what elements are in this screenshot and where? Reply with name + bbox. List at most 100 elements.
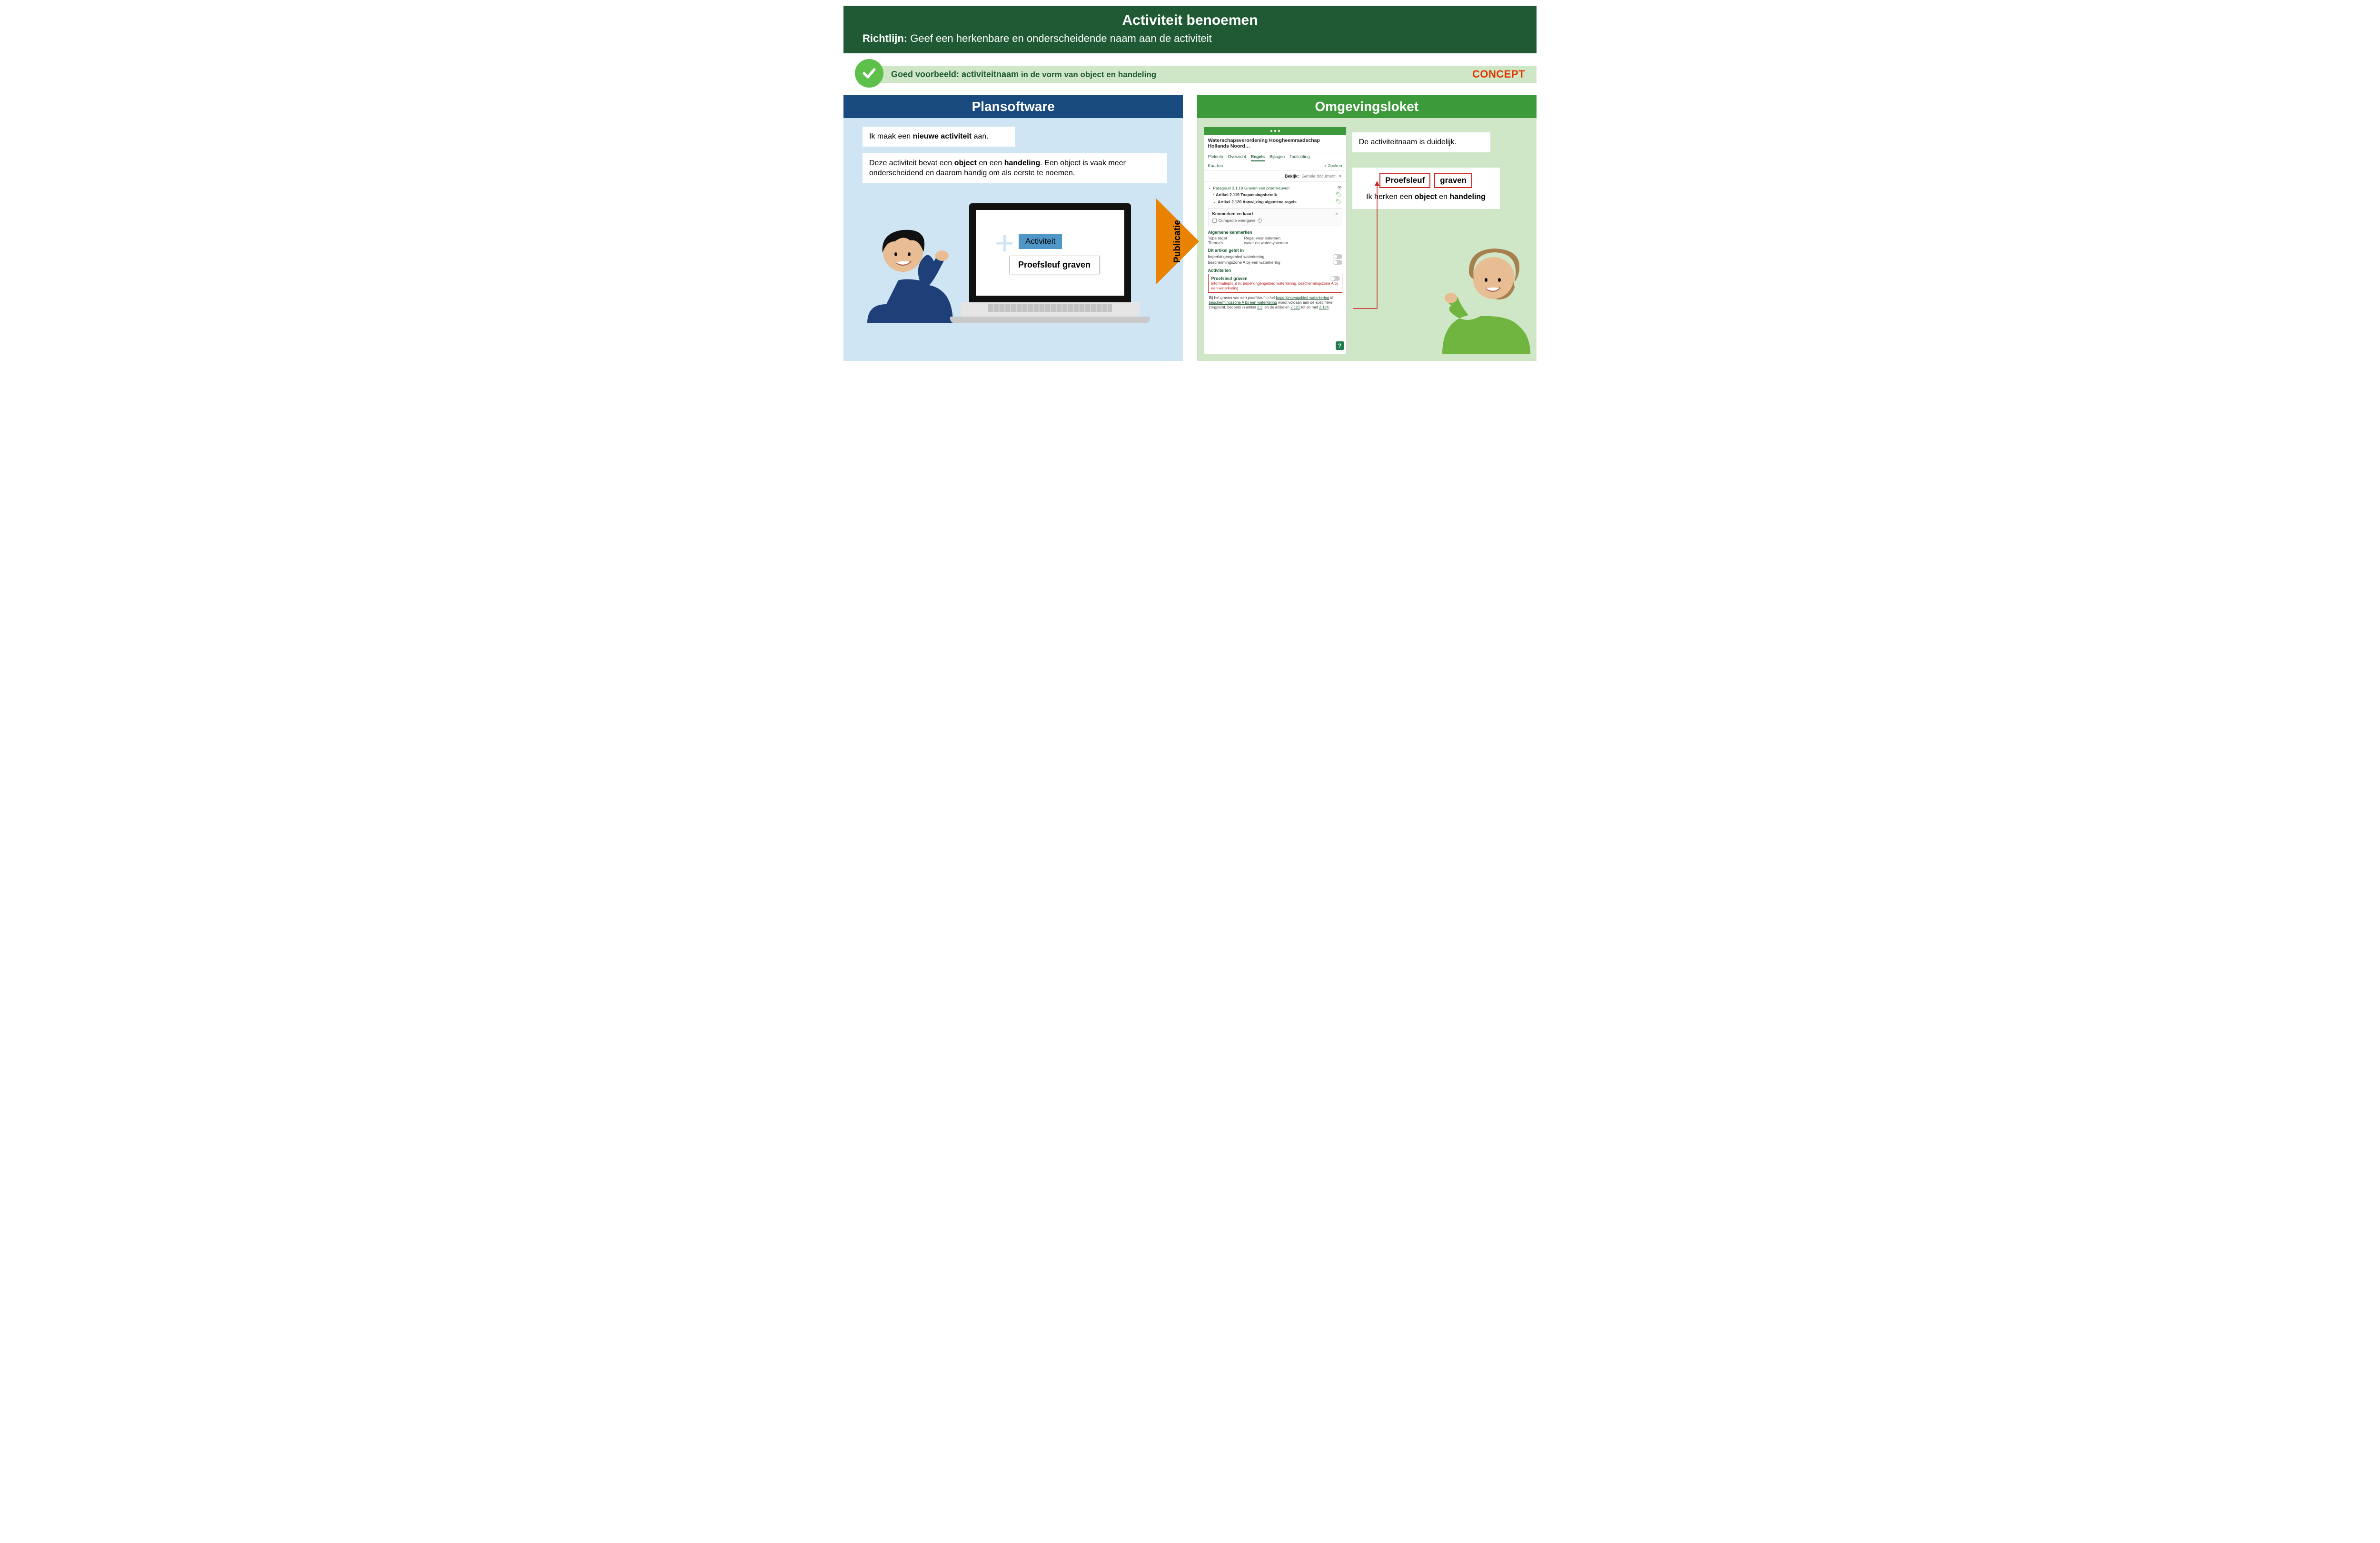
panel-plansoftware: Plansoftware Ik maak een nieuwe activite… [843, 95, 1183, 361]
section-activiteiten: Activiteiten Proefsleuf graven informati… [1204, 266, 1346, 294]
fn-link-1[interactable]: beperkingengebied waterkering [1276, 296, 1329, 300]
geldt-heading: Dit artikel geldt in [1208, 248, 1342, 253]
section-geldt: Dit artikel geldt in beperkingengebied w… [1204, 246, 1346, 266]
help-icon[interactable]: ? [1336, 341, 1344, 350]
kenmerken-head: Kenmerken en kaart [1212, 211, 1253, 216]
tag-icon: 🏷 [1336, 191, 1342, 198]
panel-omgevingsloket-heading: Omgevingsloket [1197, 95, 1537, 118]
right-bubbles-area: De activiteitnaam is duidelijk. Proefsle… [1352, 127, 1530, 354]
panel-omgevingsloket: Omgevingsloket Waterschapsverordening Ho… [1197, 95, 1537, 361]
kv-key-type: Type regel [1208, 236, 1241, 240]
activiteiten-heading: Activiteiten [1208, 268, 1342, 273]
fn-link-3[interactable]: 2.3 [1257, 305, 1262, 309]
article-footnote: Bij het graven van een proefsleuf in het… [1204, 294, 1346, 314]
browser-dots [1204, 127, 1346, 135]
left-illustration-area: + Activiteit Proefsleuf graven [850, 190, 1176, 323]
r2-mid: en [1437, 193, 1450, 201]
browser-tabs: Plekinfo Overzicht Regels Bijlagen Toeli… [1204, 152, 1346, 161]
chip-proefsleuf-graven: Proefsleuf graven [1009, 256, 1100, 274]
activiteit-highlight-box: Proefsleuf graven informatieplicht in: b… [1208, 274, 1342, 293]
panel-plansoftware-heading: Plansoftware [843, 95, 1183, 118]
chevron-right-icon[interactable]: › [1213, 192, 1214, 197]
banner-sub-bold: Richtlijn: [863, 32, 907, 44]
kv-key-thema: Thema's [1208, 240, 1241, 245]
geldt-r1: beperkingengebied waterkering [1208, 254, 1265, 259]
banner-title: Activiteit benoemen [863, 12, 1517, 29]
fn-2: of [1329, 296, 1333, 300]
panels-row: Plansoftware Ik maak een nieuwe activite… [843, 95, 1537, 361]
good-example-rest: in de vorm van object en handeling [1019, 70, 1156, 79]
tab-overzicht[interactable]: Overzicht [1228, 154, 1246, 161]
plus-icon: + [995, 235, 1014, 251]
good-example-lead: Goed voorbeeld: [891, 70, 962, 79]
kv-val-thema: water en watersystemen [1244, 240, 1288, 245]
good-example-text: Goed voorbeeld: activiteitnaam in de vor… [891, 70, 1156, 80]
toggle-1[interactable] [1333, 254, 1342, 259]
laptop-illustration: + Activiteit Proefsleuf graven [969, 203, 1131, 323]
fn-1: Bij het graven van een proefsleuf in het [1209, 296, 1276, 300]
bubble2-pre: Deze activiteit bevat een [869, 159, 954, 167]
zoeken-link[interactable]: Zoeken [1324, 163, 1342, 169]
chevron-down-icon[interactable]: ⌄ [1213, 199, 1216, 204]
browser-mock: Waterschapsverordening Hoogheemraadschap… [1204, 127, 1347, 354]
header-banner: Activiteit benoemen Richtlijn: Geef een … [843, 6, 1537, 53]
publication-label: Publicatie [1172, 220, 1183, 263]
browser-subrow: Kaarten Zoeken [1204, 161, 1346, 171]
close-icon[interactable]: × [1335, 211, 1338, 216]
chip-graven: graven [1434, 173, 1472, 188]
toggle-2[interactable] [1333, 260, 1342, 265]
person-illustration-right [1438, 230, 1533, 354]
kaarten-link[interactable]: Kaarten [1208, 163, 1223, 169]
banner-sub-rest: Geef een herkenbare en onderscheidende n… [907, 32, 1212, 44]
fn-link-5[interactable]: 2.124 [1319, 305, 1329, 309]
speech-bubble-object-handeling: Deze activiteit bevat een object en een … [863, 153, 1167, 183]
bubble2-mid: en een [977, 159, 1004, 167]
tab-plekinfo[interactable]: Plekinfo [1208, 154, 1223, 161]
concept-label: CONCEPT [1472, 68, 1525, 80]
checkbox-compact[interactable] [1212, 219, 1217, 223]
fn-link-2[interactable]: beschermingszone A bij een waterkering [1209, 300, 1277, 305]
section-algemene: Algemene kenmerken Type regelRegel voor … [1204, 228, 1346, 246]
good-example-bar: Goed voorbeeld: activiteitnaam in de vor… [843, 62, 1537, 85]
good-example-strip: Goed voorbeeld: activiteitnaam in de vor… [877, 66, 1537, 83]
speech-bubble-recognise: Proefsleuf graven Ik herken een object e… [1352, 168, 1500, 209]
check-icon [855, 59, 883, 88]
panel-plansoftware-body: Ik maak een nieuwe activiteit aan. Deze … [843, 118, 1183, 361]
chevron-down-icon[interactable]: ⌄ [1208, 186, 1211, 190]
browser-doc-title: Waterschapsverordening Hoogheemraadschap… [1204, 135, 1346, 152]
compact-label: Compacte weergave [1219, 218, 1256, 223]
article-tree: ⌄Paragraaf 2.1.19 Graven van proefsleuve… [1204, 182, 1346, 206]
bekijk-label: Bekijk: [1285, 174, 1299, 179]
bubble1-post: aan. [972, 132, 989, 140]
tree-article-1[interactable]: Artikel 2.119 Toepassingsbereik [1216, 192, 1333, 197]
publication-arrow: Publicatie [1156, 199, 1199, 284]
toggle-act[interactable] [1330, 276, 1340, 281]
r2-b2: handeling [1449, 193, 1486, 201]
bubble2-b2: handeling [1004, 159, 1041, 167]
tab-regels[interactable]: Regels [1251, 154, 1265, 161]
chevron-down-icon[interactable]: ▼ [1339, 174, 1342, 179]
eye-off-icon[interactable]: 👁 [1337, 185, 1342, 190]
fn-4: , en de artikelen [1262, 305, 1290, 309]
activiteit-sub: informatieplicht in: beperkingengebied w… [1211, 281, 1339, 290]
speech-bubble-new-activity: Ik maak een nieuwe activiteit aan. [863, 127, 1015, 147]
tab-toelichting[interactable]: Toelichting [1289, 154, 1310, 161]
activiteit-name[interactable]: Proefsleuf graven [1211, 276, 1339, 281]
r2-pre: Ik herken een [1366, 193, 1414, 201]
tree-paragraph[interactable]: Paragraaf 2.1.19 Graven van proefsleuven [1213, 186, 1335, 190]
chip-proefsleuf: Proefsleuf [1379, 173, 1430, 188]
speech-bubble-name-clear: De activiteitnaam is duidelijk. [1352, 132, 1490, 152]
tab-bijlagen[interactable]: Bijlagen [1269, 154, 1285, 161]
info-icon[interactable] [1258, 219, 1262, 223]
fn-link-4[interactable]: 2.121 [1290, 305, 1300, 309]
tag-icon: 🏷 [1336, 199, 1342, 205]
bekijk-value[interactable]: Gehele document [1302, 174, 1336, 179]
bubble2-b1: object [954, 159, 977, 167]
bekijk-row: Bekijk: Gehele document ▼ [1204, 171, 1346, 182]
kv-val-type: Regel voor iedereen [1244, 236, 1281, 240]
bubble1-pre: Ik maak een [869, 132, 913, 140]
fn-5: tot en met [1300, 305, 1319, 309]
good-example-bold: activiteitnaam [962, 70, 1019, 79]
kenmerken-box: Kenmerken en kaart × Compacte weergave [1208, 208, 1342, 226]
tree-article-2[interactable]: Artikel 2.120 Aanwijzing algemene regels [1218, 199, 1333, 204]
